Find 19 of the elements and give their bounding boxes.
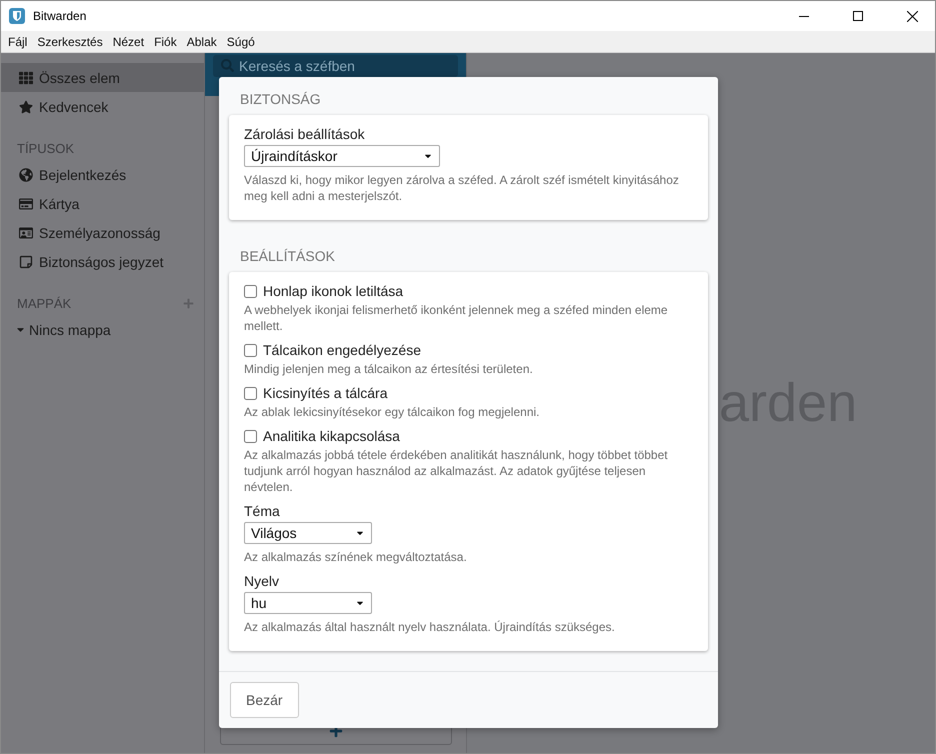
help-text: Az alkalmazás jobbá tétele érdekében analitikát használunk, hogy többet többet tudjunk arról hogyan használod az alkalmazást. Az adatok gyűjtése teljesen névtelen. — [244, 447, 669, 495]
field-label: Téma — [244, 503, 281, 519]
help-text: Az alkalmazás által használt nyelv használata. Újraindítás szükséges. — [244, 619, 616, 635]
checkbox-label: Tálcaikon engedélyezése — [263, 342, 421, 358]
help-text: Válaszd ki, hogy mikor legyen zárolva a széfed. A zárolt széf ismételt kinyitásához meg kell adni a mesterjelszót. — [244, 172, 680, 204]
checkbox-label: Kicsinyítés a tálcára — [263, 385, 388, 401]
help-text: Mindig jelenjen meg a tálcaikon az értesítési területen. — [244, 361, 534, 377]
window-title: Bitwarden — [33, 9, 88, 23]
field-label: Zárolási beállítások — [244, 126, 366, 142]
section-heading: BIZTONSÁG — [239, 90, 322, 109]
help-text: Az ablak lekicsinyítésekor egy tálcaikon fog megjelenni. — [244, 404, 540, 420]
field-label: Nyelv — [244, 573, 280, 589]
help-text: A webhelyek ikonjai felismerhető ikonként jelennek meg a széfed minden eleme mellett. — [244, 302, 669, 334]
checkbox-label: Honlap ikonok letiltása — [263, 283, 404, 299]
section-heading: TÍPUSOK — [17, 141, 74, 156]
section-heading: MAPPÁK — [17, 296, 72, 311]
checkbox-label: Analitika kikapcsolása — [263, 428, 400, 444]
section-heading: BEÁLLÍTÁSOK — [239, 247, 336, 266]
help-text: Az alkalmazás színének megváltoztatása. — [244, 549, 468, 565]
